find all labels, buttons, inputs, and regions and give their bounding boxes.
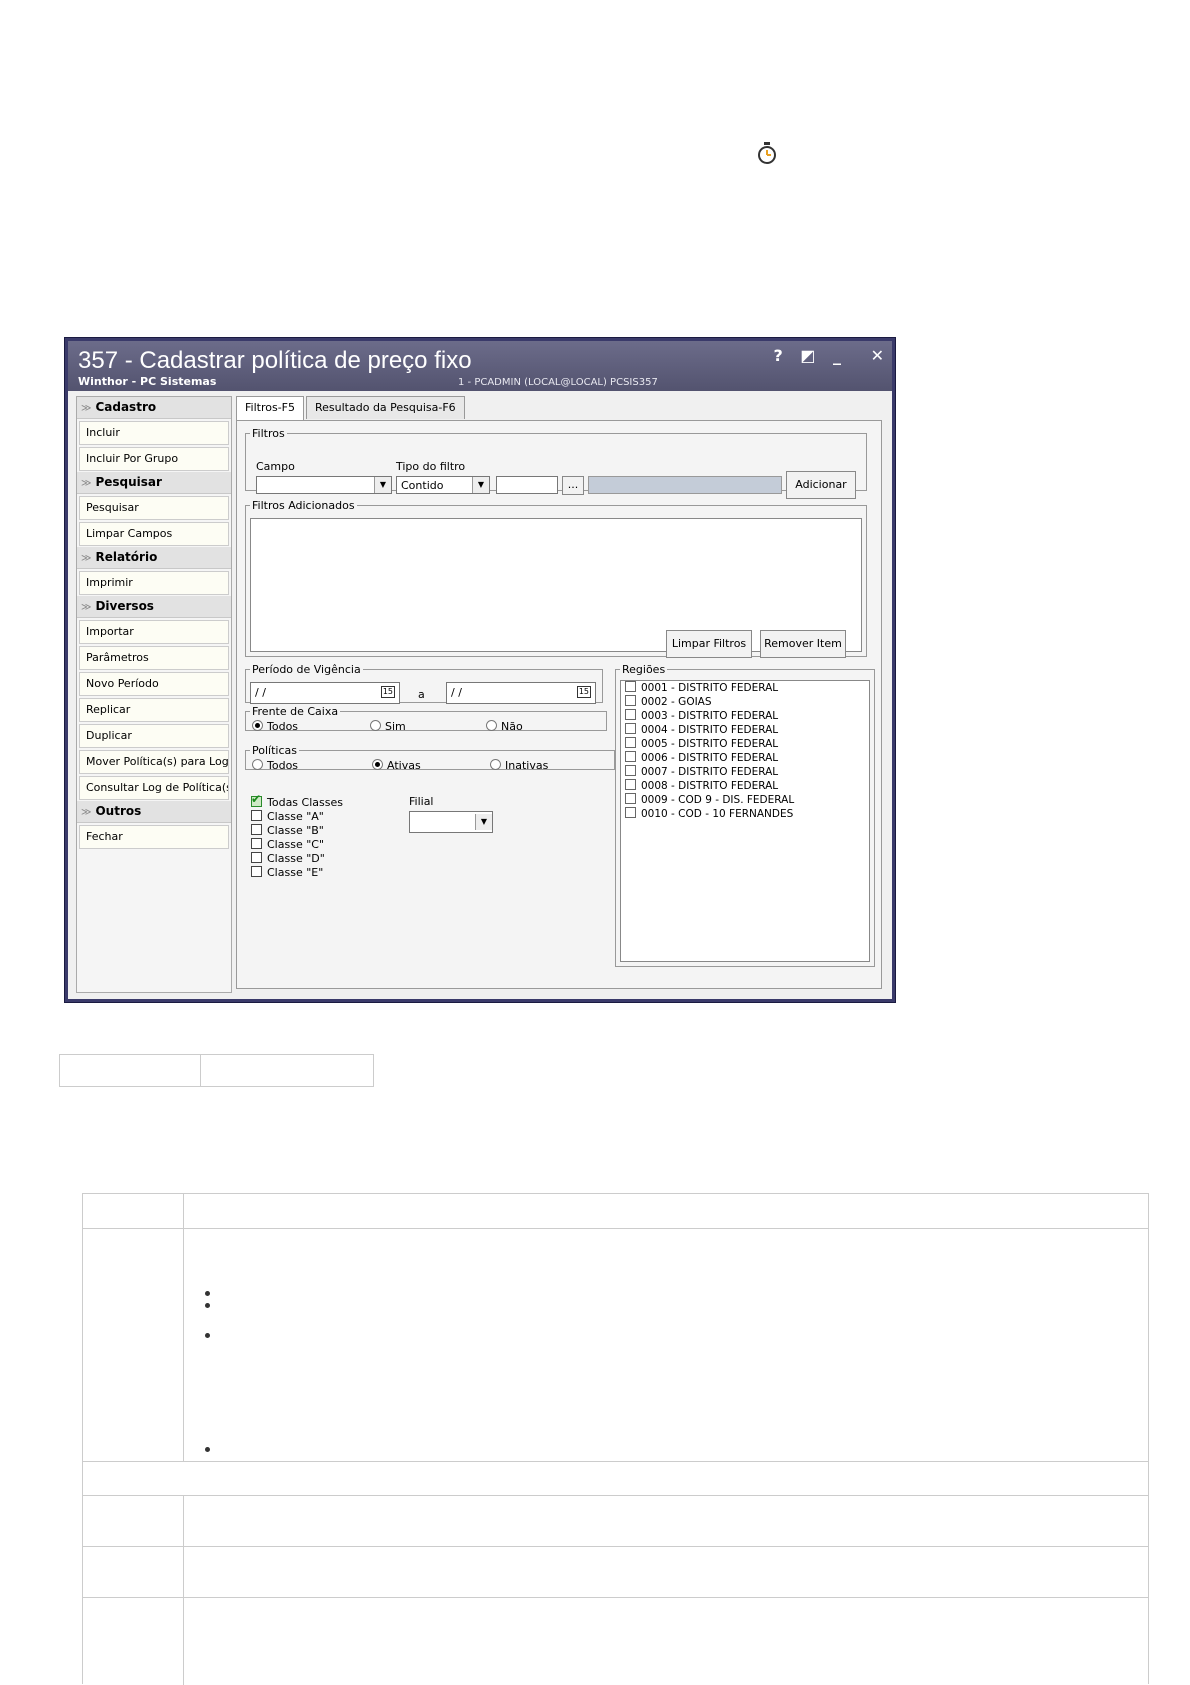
tipo-filtro-select[interactable]: Contido ▼ [396,476,490,494]
tab-resultado[interactable]: Resultado da Pesquisa-F6 [306,396,465,419]
list-item[interactable]: 0005 - DISTRITO FEDERAL [621,737,869,751]
date-range-separator: a [418,688,425,701]
list-item[interactable]: 0009 - COD 9 - DIS. FEDERAL [621,793,869,807]
help-button[interactable]: ? [773,346,782,365]
regioes-group: Regiões 0001 - DISTRITO FEDERAL 0002 - G… [615,663,875,967]
sidebar-section-outros[interactable]: ≫ Outros [77,801,231,823]
app-window: 357 - Cadastrar política de preço fixo W… [64,337,896,1003]
description-table [82,1193,1149,1685]
calendar-icon[interactable]: 15 [380,686,395,698]
periodo-legend: Período de Vigência [252,663,361,676]
list-item[interactable]: 0004 - DISTRITO FEDERAL [621,723,869,737]
politicas-todos-radio[interactable]: Todos [252,759,298,772]
novo-periodo-button[interactable]: Novo Período [79,672,229,696]
incluir-button[interactable]: Incluir [79,421,229,445]
campo-label: Campo [256,460,295,473]
filial-label: Filial [409,795,434,808]
frente-caixa-nao-radio[interactable]: Não [486,720,523,733]
filter-value-input[interactable] [496,476,558,494]
frente-caixa-legend: Frente de Caixa [252,705,339,718]
importar-button[interactable]: Importar [79,620,229,644]
filtros-adicionados-legend: Filtros Adicionados [252,499,355,512]
bullet-point [205,1303,210,1308]
campo-select[interactable]: ▼ [256,476,392,494]
politicas-group: Políticas Todos Ativas Inativas [245,744,615,772]
list-item[interactable]: 0007 - DISTRITO FEDERAL [621,765,869,779]
chevron-down-icon: ≫ [81,478,92,489]
duplicar-button[interactable]: Duplicar [79,724,229,748]
bullet-point [205,1447,210,1452]
browse-button[interactable]: ... [562,476,584,495]
filtros-legend: Filtros [252,427,285,440]
list-item[interactable]: 0010 - COD - 10 FERNANDES [621,807,869,821]
sidebar-section-pesquisar[interactable]: ≫ Pesquisar [77,472,231,494]
limpar-filtros-button[interactable]: Limpar Filtros [666,630,752,658]
periodo-group: Período de Vigência / /15 a / /15 [245,663,603,704]
frente-caixa-sim-radio[interactable]: Sim [370,720,406,733]
restore-button[interactable]: ◩ [800,346,815,365]
todas-classes-checkbox[interactable]: Todas Classes [251,792,343,809]
parametros-button[interactable]: Parâmetros [79,646,229,670]
chevron-down-icon: ≫ [81,602,92,613]
bullet-point [205,1291,210,1296]
minimize-button[interactable]: _ [833,346,841,365]
list-item[interactable]: 0008 - DISTRITO FEDERAL [621,779,869,793]
politicas-inativas-radio[interactable]: Inativas [490,759,548,772]
date-to-input[interactable]: / /15 [446,682,596,704]
chevron-down-icon: ≫ [81,807,92,818]
filtros-adicionados-group: Filtros Adicionados Limpar Filtros Remov… [245,499,867,658]
tab-bar: Filtros-F5 Resultado da Pesquisa-F6 [236,396,467,421]
sidebar-section-cadastro[interactable]: ≫ Cadastro [77,397,231,419]
window-title: 357 - Cadastrar política de preço fixo [78,347,472,374]
small-table [59,1054,374,1087]
list-item[interactable]: 0001 - DISTRITO FEDERAL [621,681,869,695]
list-item[interactable]: 0003 - DISTRITO FEDERAL [621,709,869,723]
close-button[interactable]: ✕ [871,346,884,365]
calendar-icon[interactable]: 15 [576,686,591,698]
window-subtitle: Winthor - PC Sistemas [78,375,217,388]
filtros-group: Filtros Campo ▼ Tipo do filtro Contido ▼ … [245,427,867,499]
classe-d-checkbox[interactable]: Classe "D" [251,852,325,865]
filters-panel: Filtros Campo ▼ Tipo do filtro Contido ▼ … [236,420,882,989]
bullet-point [205,1333,210,1338]
politicas-ativas-radio[interactable]: Ativas [372,759,421,772]
mover-politica-log-button[interactable]: Mover Política(s) para Log [79,750,229,774]
frente-caixa-todos-radio[interactable]: Todos [252,720,298,733]
sidebar-section-diversos[interactable]: ≫ Diversos [77,596,231,618]
title-bar[interactable]: 357 - Cadastrar política de preço fixo W… [68,341,892,391]
limpar-campos-button[interactable]: Limpar Campos [79,522,229,546]
regioes-list[interactable]: 0001 - DISTRITO FEDERAL 0002 - GOIAS 000… [620,680,870,962]
chevron-down-icon: ▼ [374,477,391,493]
classe-c-checkbox[interactable]: Classe "C" [251,838,324,851]
filial-select[interactable]: ▼ [409,811,493,833]
classe-b-checkbox[interactable]: Classe "B" [251,824,324,837]
frente-caixa-group: Frente de Caixa Todos Sim Não [245,705,607,733]
list-item[interactable]: 0002 - GOIAS [621,695,869,709]
politicas-legend: Políticas [252,744,297,757]
tipo-filtro-label: Tipo do filtro [396,460,466,473]
chevron-down-icon: ≫ [81,553,92,564]
date-from-input[interactable]: / /15 [250,682,400,704]
replicar-button[interactable]: Replicar [79,698,229,722]
chevron-down-icon: ▼ [472,477,489,493]
regioes-legend: Regiões [622,663,666,676]
fechar-button[interactable]: Fechar [79,825,229,849]
pesquisar-button[interactable]: Pesquisar [79,496,229,520]
chevron-down-icon: ≫ [81,403,92,414]
sidebar-section-relatorio[interactable]: ≫ Relatório [77,547,231,569]
sidebar: ≫ Cadastro Incluir Incluir Por Grupo ≫ Pes… [76,396,232,993]
list-item[interactable]: 0006 - DISTRITO FEDERAL [621,751,869,765]
filter-description-field [588,476,782,494]
chevron-down-icon: ▼ [475,814,492,830]
tab-filtros[interactable]: Filtros-F5 [236,396,304,421]
stopwatch-icon [758,142,776,164]
adicionar-button[interactable]: Adicionar [786,471,856,499]
classe-a-checkbox[interactable]: Classe "A" [251,810,324,823]
incluir-por-grupo-button[interactable]: Incluir Por Grupo [79,447,229,471]
user-info: 1 - PCADMIN (LOCAL@LOCAL) PCSIS357 [458,377,658,388]
remover-item-button[interactable]: Remover Item [760,630,846,658]
consultar-log-button[interactable]: Consultar Log de Política(s) [79,776,229,800]
imprimir-button[interactable]: Imprimir [79,571,229,595]
classe-e-checkbox[interactable]: Classe "E" [251,866,323,879]
